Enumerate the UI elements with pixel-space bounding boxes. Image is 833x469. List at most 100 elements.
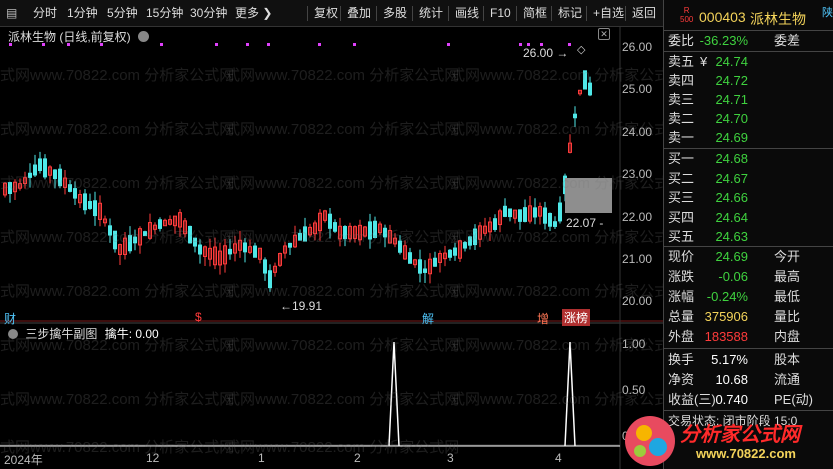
sub-chart-title: 三步擒牛副图 擒牛: 0.00 (8, 325, 159, 342)
mark-button[interactable]: 标记 (551, 6, 582, 21)
quote-stat-row: 总量 375906 量比 (664, 307, 833, 327)
stats-button[interactable]: 统计 (412, 6, 443, 21)
candle-body (448, 249, 452, 258)
tab-30min[interactable]: 30分钟 (190, 6, 227, 21)
candle-body (508, 208, 512, 218)
simple-frame-button[interactable]: 简框 (516, 6, 547, 21)
marker-jie[interactable]: 解 (422, 310, 434, 327)
chevron-right-icon: ❯ (262, 6, 273, 20)
stock-code: 000403 (699, 9, 746, 25)
candle-body (343, 226, 347, 240)
candle-body (518, 209, 522, 222)
candle-body (73, 188, 77, 199)
stat-value: 183588 (704, 329, 748, 344)
candle-body (468, 236, 472, 246)
candle-body (333, 222, 337, 232)
marker-dollar[interactable]: $ (195, 310, 202, 324)
tab-5min[interactable]: 5分钟 (107, 6, 138, 21)
candle-body (453, 247, 457, 256)
candle-body (43, 158, 47, 178)
candle-body (88, 201, 92, 209)
tab-fenshi[interactable]: 分时 (33, 6, 57, 21)
candle-body (303, 226, 307, 242)
sub-chart-name: 三步擒牛副图 (25, 327, 98, 341)
sell-price: 24.70 (715, 111, 748, 126)
stat-label-2: 股本 (774, 352, 801, 367)
buy-level-row: 买五 24.63 (664, 227, 833, 247)
candle-body (418, 259, 422, 274)
fuquan-button[interactable]: 复权 (307, 6, 338, 21)
marker-zhangbang[interactable]: 涨榜 (562, 309, 591, 326)
signal-dot (267, 43, 270, 46)
multi-stock-button[interactable]: 多股 (376, 6, 407, 21)
toolbar-menu-icon[interactable]: ▤ (6, 6, 17, 21)
candle-body (383, 227, 387, 238)
overlay-button[interactable]: 叠加 (340, 6, 371, 21)
candle-body (188, 225, 192, 244)
stat-label-2: 内盘 (774, 329, 801, 344)
stat-value: 5.17% (711, 352, 748, 367)
candle-body (198, 244, 202, 255)
x-tick: 12 (146, 451, 160, 465)
signal-spike (388, 341, 400, 447)
x-tick: 4 (555, 451, 562, 465)
stat-value: 24.69 (715, 249, 748, 264)
add-favorite-button[interactable]: +自选 (586, 6, 624, 21)
tab-15min[interactable]: 15分钟 (146, 6, 183, 21)
chart-title: 派林生物 (日线,前复权) (8, 28, 150, 45)
sell-price: 24.71 (715, 92, 748, 107)
f10-button[interactable]: F10 (483, 6, 511, 21)
stock-header: R 500 000403 派林生物 陕 (668, 4, 833, 30)
stat-label-2: PE(动) (774, 392, 814, 407)
candle-body (28, 172, 32, 178)
last-price-label: 22.07 - (566, 216, 604, 230)
logo-text: 分析家公式网 (680, 424, 800, 446)
weibi-value: -36.23% (699, 33, 748, 48)
tab-1min[interactable]: 1分钟 (67, 6, 98, 21)
settings-dot-icon[interactable] (138, 31, 150, 42)
candle-body (253, 245, 257, 258)
candle-body (423, 268, 427, 273)
sell-price: 24.72 (715, 73, 748, 88)
weicha-label: 委差 (774, 33, 801, 48)
quote-stat-row: 外盘 183588 内盘 (664, 327, 833, 347)
sell-price: 24.74 (715, 54, 748, 69)
sell-level-row: 卖三 24.71 (664, 90, 833, 110)
candle-body (408, 252, 412, 264)
sub-y-tick: 1.00 (622, 337, 646, 351)
buy-price: 24.66 (715, 190, 748, 205)
weibi-row: 委比 -36.23% 委差 (664, 31, 833, 51)
candle-body (68, 184, 72, 192)
settings-dot-icon[interactable] (8, 329, 18, 339)
buy-level-row: 买一 24.68 (664, 149, 833, 169)
draw-line-button[interactable]: 画线 (448, 6, 479, 21)
y-tick: 23.00 (622, 167, 653, 181)
marker-zeng[interactable]: 增 (537, 310, 549, 327)
x-tick: 1 (258, 451, 265, 465)
back-button[interactable]: 返回 (625, 6, 656, 21)
signal-dot (246, 43, 249, 46)
signal-dot (447, 43, 450, 46)
tab-more[interactable]: 更多 ❯ (235, 6, 272, 21)
candle-body (373, 220, 377, 238)
candle-body (473, 228, 477, 246)
stat-value: 375906 (704, 309, 748, 324)
r-badge: R 500 (680, 6, 693, 24)
high-price-label: 26.00 → (523, 46, 569, 60)
close-chart-icon[interactable]: ✕ (598, 28, 610, 40)
region-tag: 陕 (822, 7, 833, 19)
candle-body (503, 205, 507, 217)
kline-chart[interactable] (0, 27, 663, 469)
candle-body (93, 200, 97, 217)
stat-label-2: 流通 (774, 372, 801, 387)
x-tick: 2 (354, 451, 361, 465)
logo-url: www.70822.com (696, 446, 796, 461)
signal-dot (160, 43, 163, 46)
candle-body (298, 232, 302, 241)
y-tick: 22.00 (622, 210, 653, 224)
quote-stat-row: 换手 5.17% 股本 (664, 350, 833, 370)
y-tick: 25.00 (622, 82, 653, 96)
y-tick: 20.00 (622, 294, 653, 308)
buy-level-row: 买三 24.66 (664, 188, 833, 208)
candle-body (228, 248, 232, 255)
